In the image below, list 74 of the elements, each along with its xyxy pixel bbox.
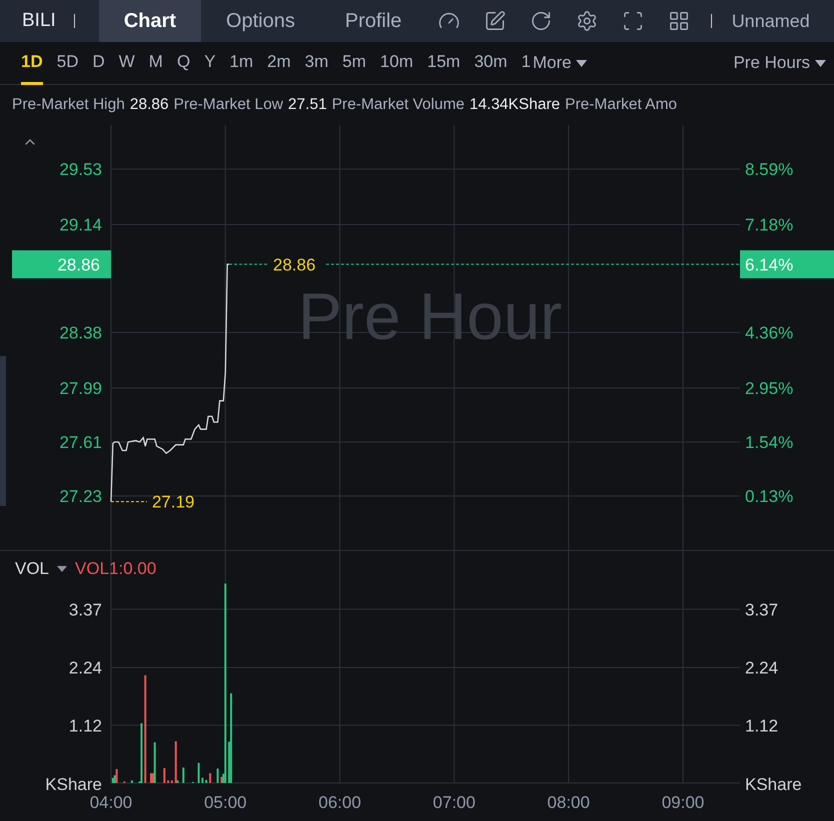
tab[interactable]: Options [201,0,320,42]
period-tab[interactable]: Q [176,42,190,84]
period-tab[interactable]: D [92,42,105,84]
period-tab[interactable]: Y [204,42,216,84]
axis-label: 04:00 [90,793,132,812]
unit-label: KShare [745,775,802,794]
axis-label: 27.61 [59,432,102,452]
change-tag: 6.14% [740,250,834,278]
volume-bar [163,768,166,783]
caret-icon [576,60,588,66]
volume-bar [198,762,200,783]
axis-label: 2.24 [745,658,778,678]
period-tab[interactable]: 2m [267,42,291,84]
stat-label: Pre-Market Amo [565,95,677,116]
volume-bar [216,768,219,783]
low-price-label: 27.19 [152,492,195,512]
axis-label: 29.14 [59,216,102,234]
price-line-marker [228,264,268,265]
caret-icon[interactable] [57,566,68,572]
tab[interactable]: Chart [98,0,202,42]
axis-label: 06:00 [318,793,362,812]
axis-label: 29.53 [59,160,102,180]
axis-label: 2.95% [745,378,794,398]
period-tab[interactable]: 15m [427,42,460,84]
volume-bar [182,768,184,783]
session-dropdown[interactable]: Pre Hours [733,50,826,76]
axis-label: 4.36% [745,324,794,343]
stat-label: Pre-Market Low [174,95,284,116]
period-tab[interactable]: 10m [380,42,414,84]
volume-bar [209,773,212,783]
indicator-reading: VOL1:0.00 [75,558,156,580]
layout-name[interactable]: Unnamed [732,8,810,34]
stat-value: 14.34KShare [470,95,560,116]
axis-label: 05:00 [204,793,247,812]
axis-label: 08:00 [547,793,590,812]
period-tab[interactable]: W [118,42,135,84]
low-marker [110,501,148,502]
axis-label: 27.23 [59,486,102,506]
stat-value: 28.86 [130,95,169,116]
stat-label: Pre-Market Volume [332,95,465,116]
axis-label: 27.99 [59,378,102,398]
period-tab[interactable]: 1 [521,42,531,84]
period-tab[interactable]: 1m [230,42,254,84]
axis-label: 09:00 [662,793,704,812]
axis-label: 1.12 [68,716,102,736]
axis-label: 0.13% [745,486,794,506]
period-tab[interactable]: 5D [56,42,78,84]
period-tab[interactable]: 30m [474,42,508,84]
axis-label: 1.12 [745,716,778,736]
period-tab[interactable]: 3m [304,42,328,84]
stock-symbol: BILI [22,8,56,33]
price-label: 28.86 [273,255,316,274]
axis-label: 2.24 [68,658,102,678]
period-tab[interactable]: 1D [21,42,43,84]
more-dropdown[interactable]: More [532,50,588,76]
axis-label: 28.38 [59,324,102,343]
price-tag: 28.86 [12,250,111,278]
tab[interactable]: Profile [320,0,427,42]
collapse-icon[interactable] [25,139,35,145]
stat-label: Pre-Market High [12,95,125,116]
period-tab[interactable]: M [148,42,163,84]
axis-label: 8.59% [745,160,794,180]
volume-bar [130,780,133,783]
unit-label: KShare [45,775,102,794]
axis-label: 3.37 [745,600,778,620]
axis-label: 07:00 [432,793,476,812]
stat-value: 27.51 [288,95,327,116]
axis-label: 3.37 [68,600,102,620]
side-panel-handle[interactable] [0,356,6,506]
axis-label: 1.54% [745,432,794,452]
axis-label: 7.18% [745,216,794,234]
period-tab[interactable]: 5m [342,42,366,84]
indicator-name[interactable]: VOL [15,556,50,582]
caret-icon [815,60,826,66]
